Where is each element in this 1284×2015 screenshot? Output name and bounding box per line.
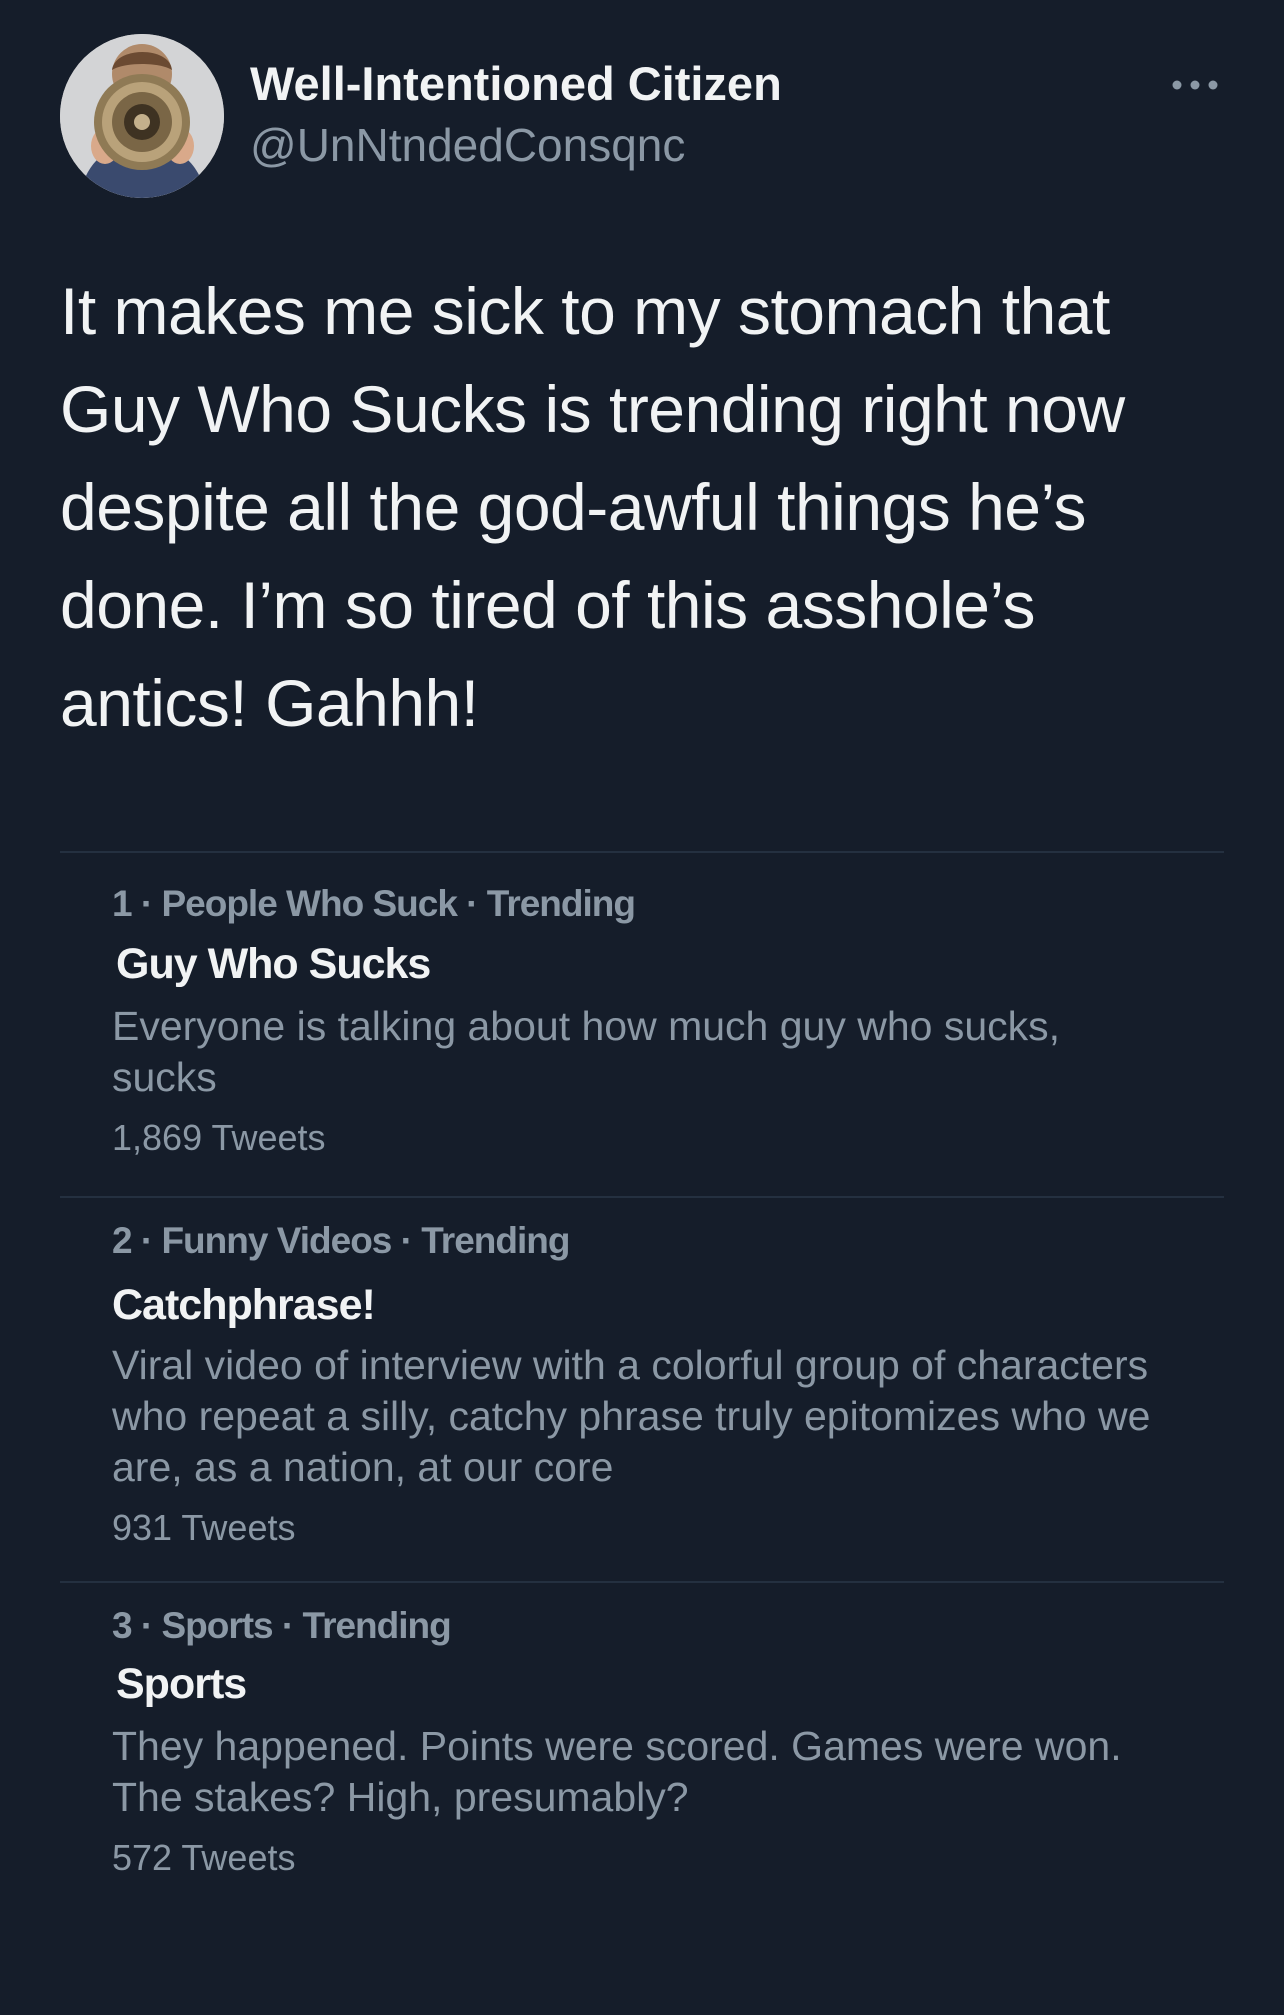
trend-title: Catchphrase! [112, 1281, 376, 1329]
author-handle[interactable]: @UnNtndedConsqnc [250, 118, 685, 172]
trends-list: 1 · People Who Suck · Trending Guy Who S… [60, 851, 1224, 1913]
trend-description: Viral video of interview with a colorful… [112, 1342, 1151, 1490]
trend-item[interactable]: 3 · Sports · Trending Sports They happen… [60, 1583, 1224, 1913]
avatar[interactable] [60, 34, 224, 198]
tweet-text: It makes me sick to my stomach that Guy … [60, 274, 1125, 740]
trend-title: Guy Who Sucks [116, 940, 431, 988]
trend-description: Everyone is talking about how much guy w… [112, 1003, 1061, 1100]
trend-meta: 1 · People Who Suck · Trending [112, 883, 636, 924]
more-horizontal-icon[interactable] [1170, 74, 1220, 96]
trend-item[interactable]: 2 · Funny Videos · Trending Catchphrase!… [60, 1198, 1224, 1583]
trend-tweet-count: 1,869 Tweets [112, 1117, 326, 1158]
trend-item[interactable]: 1 · People Who Suck · Trending Guy Who S… [60, 853, 1224, 1198]
trend-meta: 2 · Funny Videos · Trending [112, 1220, 570, 1261]
megaphone-avatar-icon [60, 34, 224, 198]
author-display-name[interactable]: Well-Intentioned Citizen [250, 56, 782, 111]
trend-tweet-count: 572 Tweets [112, 1837, 296, 1878]
trend-description: They happened. Points were scored. Games… [112, 1723, 1122, 1820]
trend-meta: 3 · Sports · Trending [112, 1605, 452, 1646]
trend-title: Sports [116, 1660, 247, 1708]
trend-tweet-count: 931 Tweets [112, 1507, 296, 1548]
